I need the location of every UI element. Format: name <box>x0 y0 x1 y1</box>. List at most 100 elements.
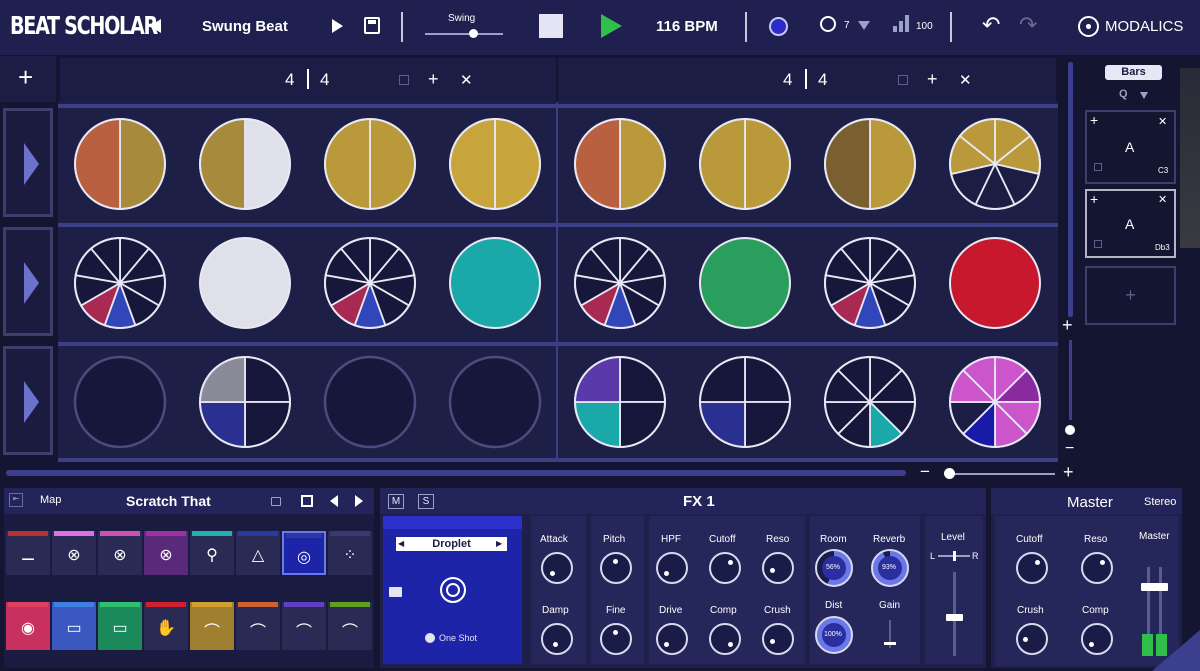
copy-icon[interactable] <box>399 75 409 85</box>
pitch-knob[interactable] <box>600 552 632 584</box>
cutoff-knob[interactable] <box>709 552 741 584</box>
beat-circle[interactable] <box>449 237 541 329</box>
track-play-button[interactable] <box>3 346 53 455</box>
master-fader-thumb[interactable] <box>1141 583 1168 591</box>
save-icon[interactable] <box>364 17 380 34</box>
vertical-scrollbar[interactable] <box>1068 62 1073 317</box>
beat-circle[interactable] <box>949 237 1041 329</box>
instrument-pad[interactable]: ⊗ <box>52 531 96 575</box>
folder-icon[interactable] <box>389 587 402 597</box>
beat-circle[interactable] <box>824 237 916 329</box>
instrument-pad[interactable]: ◎ <box>282 531 326 575</box>
prev-kit-icon[interactable] <box>330 495 338 507</box>
instrument-pad[interactable]: ⚲ <box>190 531 234 575</box>
reso-knob[interactable] <box>762 552 794 584</box>
add-icon[interactable]: + <box>1090 112 1098 128</box>
resize-corner-icon[interactable] <box>1152 630 1200 671</box>
beat-circle[interactable] <box>699 356 791 448</box>
add-bar-icon[interactable]: + <box>927 69 938 90</box>
instrument-pad[interactable]: ✋ <box>144 602 188 650</box>
fine-knob[interactable] <box>600 623 632 655</box>
instrument-pad[interactable]: ⚊ <box>6 531 50 575</box>
instrument-pad[interactable]: ⊗ <box>144 531 188 575</box>
attack-knob[interactable] <box>541 552 573 584</box>
track-play-button[interactable] <box>3 108 53 217</box>
add-bar-icon[interactable]: + <box>428 69 439 90</box>
master-comp-knob[interactable] <box>1081 623 1113 655</box>
horizontal-zoom-slider[interactable] <box>945 473 1055 475</box>
beat-circle[interactable] <box>199 237 291 329</box>
record-button[interactable] <box>769 17 788 36</box>
beat-circle[interactable] <box>949 118 1041 210</box>
beat-circle[interactable] <box>699 237 791 329</box>
beat-circle[interactable] <box>74 118 166 210</box>
pan-slider-thumb[interactable] <box>953 551 956 561</box>
prev-preset-icon[interactable]: ◀ <box>398 539 404 548</box>
play-button[interactable] <box>601 14 622 38</box>
damp-knob[interactable] <box>541 623 573 655</box>
beat-circle[interactable] <box>449 118 541 210</box>
drive-knob[interactable] <box>656 623 688 655</box>
master-reso-knob[interactable] <box>1081 552 1113 584</box>
close-icon[interactable]: ✕ <box>1158 115 1167 128</box>
instrument-pad[interactable]: △ <box>236 531 280 575</box>
zoom-slider[interactable] <box>1069 340 1072 420</box>
time-sig-den[interactable]: 4 <box>818 70 827 90</box>
time-sig-den[interactable]: 4 <box>320 70 329 90</box>
beat-circle[interactable] <box>323 355 417 449</box>
beat-circle[interactable] <box>199 118 291 210</box>
gain-slider-thumb[interactable] <box>884 642 896 645</box>
instrument-pad[interactable]: ⊗ <box>98 531 142 575</box>
undo-icon[interactable]: ↶ <box>982 12 1000 38</box>
instrument-pad[interactable]: ⌒ <box>282 602 326 650</box>
zoom-slider-thumb[interactable] <box>1065 425 1075 435</box>
preset-selector[interactable]: Droplet <box>396 537 507 551</box>
view-mode-button[interactable]: Bars <box>1105 65 1162 80</box>
track-play-button[interactable] <box>3 227 53 336</box>
instrument-pad[interactable]: ◉ <box>6 602 50 650</box>
delete-bar-icon[interactable]: ✕ <box>460 71 473 89</box>
next-pattern-icon[interactable] <box>332 19 343 33</box>
map-button[interactable]: Map <box>40 494 61 506</box>
next-kit-icon[interactable] <box>355 495 363 507</box>
zoom-out-icon[interactable]: − <box>1065 440 1074 458</box>
horizontal-zoom-thumb[interactable] <box>944 468 955 479</box>
beat-circle[interactable] <box>824 356 916 448</box>
hpf-knob[interactable] <box>656 552 688 584</box>
stereo-mode[interactable]: Stereo <box>1144 496 1176 508</box>
zoom-out-horizontal-icon[interactable]: − <box>920 462 930 482</box>
zoom-in-horizontal-icon[interactable]: + <box>1063 462 1074 483</box>
beat-circle[interactable] <box>324 118 416 210</box>
beat-circle[interactable] <box>199 356 291 448</box>
pattern-name[interactable]: Swung Beat <box>202 18 288 35</box>
crush-knob[interactable] <box>762 623 794 655</box>
add-icon[interactable]: + <box>1090 191 1098 207</box>
close-icon[interactable]: ✕ <box>1158 193 1167 206</box>
quantize-icon[interactable] <box>820 16 836 32</box>
beat-circle[interactable] <box>574 118 666 210</box>
swing-slider[interactable] <box>425 29 503 38</box>
mute-button[interactable]: M <box>388 494 404 509</box>
master-cutoff-knob[interactable] <box>1016 552 1048 584</box>
save-kit-icon[interactable] <box>301 495 313 507</box>
next-preset-icon[interactable]: ▶ <box>496 539 502 548</box>
instrument-pad[interactable]: ⌒ <box>190 602 234 650</box>
master-crush-knob[interactable] <box>1016 623 1048 655</box>
beat-circle[interactable] <box>448 355 542 449</box>
beat-circle[interactable] <box>574 237 666 329</box>
zoom-in-icon[interactable]: + <box>1062 315 1073 336</box>
prev-pattern-icon[interactable] <box>150 19 161 33</box>
beat-circle[interactable] <box>574 356 666 448</box>
chevron-down-icon[interactable] <box>1140 92 1148 99</box>
add-track-button[interactable]: + <box>18 62 33 93</box>
instrument-pad[interactable]: ⌒ <box>328 602 372 650</box>
copy-icon[interactable] <box>1094 240 1102 248</box>
velocity-icon[interactable] <box>893 15 911 32</box>
horizontal-scrollbar[interactable] <box>6 470 906 476</box>
time-sig-num[interactable]: 4 <box>783 70 792 90</box>
chevron-down-icon[interactable] <box>858 21 870 30</box>
comp-knob[interactable] <box>709 623 741 655</box>
beat-circle[interactable] <box>949 356 1041 448</box>
beat-circle[interactable] <box>699 118 791 210</box>
redo-icon[interactable]: ↷ <box>1019 12 1037 38</box>
